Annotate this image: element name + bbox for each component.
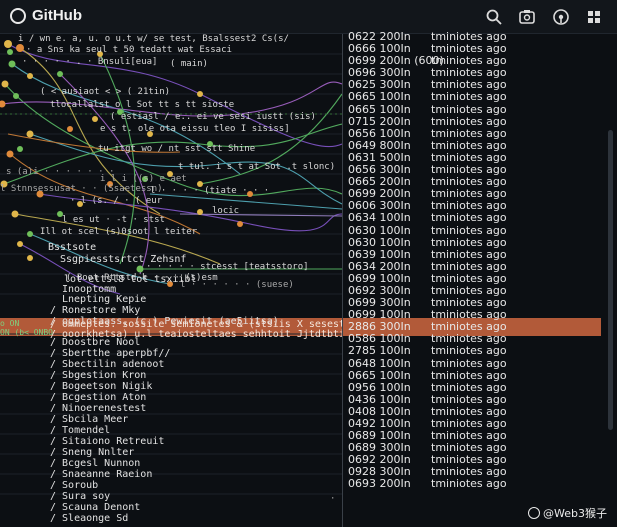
commit-message: / Soroub	[50, 480, 99, 491]
graph-label: · · · · · . · Bnsuli[eua]	[22, 57, 158, 67]
branch-label-main: ( main)	[170, 59, 208, 69]
graph-label: l Stnnsessusat · · (Ssaetessn)	[0, 184, 163, 194]
status-tag: o ON	[0, 319, 20, 328]
graph-label: · · · · · · · · ·	[330, 494, 342, 504]
commit-id-cell: 0956 100In	[348, 380, 411, 394]
app-header: GitHub	[0, 0, 617, 34]
graph-label: · a Sns ka seul t 50 tedatt wat Essaci	[26, 45, 232, 55]
time-cell: tminiotes ago	[431, 247, 507, 261]
brand[interactable]: GitHub	[10, 7, 82, 24]
time-cell: tminiotes ago	[431, 368, 507, 382]
commit-graph-panel[interactable]: i / wn e. a, u. o u.t w/ se test, Bsalss…	[0, 34, 342, 527]
graph-label: ( < ausiaot < > ( 21tin)	[40, 87, 171, 97]
app-title: GitHub	[32, 7, 82, 24]
watermark: @Web3猴子	[528, 505, 607, 521]
panel-divider[interactable]	[342, 34, 343, 527]
graph-label: ( estiasl / e.. ei ve sesi iustt (sis)	[110, 112, 316, 122]
time-cell: tminiotes ago	[431, 102, 507, 116]
graph-label: l es ut · -t · stst	[62, 215, 165, 225]
watermark-text: @Web3猴子	[543, 507, 607, 520]
graph-label: i / wn e. a, u. o u.t w/ se test, Bsalss…	[18, 34, 289, 44]
time-cell: tminiotes ago	[431, 223, 507, 237]
graph-label: Ill ot scel (s)0soot l teiter	[40, 227, 198, 237]
commit-message: / Sneng Nnlter	[50, 447, 135, 458]
commit-message: / Ninoerenestest	[50, 403, 147, 414]
commit-id-cell: 0665 100In	[348, 368, 411, 382]
commit-message: / Sbcila Meer	[50, 414, 129, 425]
commit-message: / Sbgestion Kron	[50, 370, 147, 381]
commit-message: / Bcgesl Nunnon	[50, 458, 141, 469]
commit-id-cell: 0715 200In	[348, 114, 411, 128]
commit-id-cell: 2785 100In	[348, 344, 411, 358]
time-cell: tminiotes ago	[431, 211, 507, 225]
commit-message: / Tomendel	[50, 425, 111, 436]
commit-message: / Sbertthe aperpbf//	[50, 348, 171, 359]
commit-id-cell: 0630 100In	[348, 235, 411, 249]
commit-id-cell: 0639 100In	[348, 247, 411, 261]
commit-message: / Bogeetson Nigik	[50, 381, 153, 392]
graph-label: t tul. i s t at Sot .t slonc)	[178, 162, 336, 172]
graph-label: tu itgt wo / nt sst stt Shine	[98, 144, 256, 154]
graph-label: l · · · · · · (suese)	[180, 280, 294, 290]
compass-icon[interactable]	[552, 8, 570, 26]
commit-id-cell: 0693 200In	[348, 477, 411, 491]
watermark-icon	[528, 507, 540, 519]
commit-id-cell: 0665 100In	[348, 102, 411, 116]
commit-message: Bsstsote	[48, 242, 97, 253]
graph-label: · l (s. / · ( eur	[70, 196, 163, 206]
commit-message: / Sleaonge Sd	[50, 513, 129, 524]
grid-icon[interactable]	[585, 8, 603, 26]
graph-label: tlocallalst o l Sot tt s tt sioste	[50, 100, 235, 110]
search-icon[interactable]	[485, 8, 503, 26]
commit-id-cell: 0648 100In	[348, 356, 411, 370]
commit-message: Lnepting Kepie	[62, 294, 147, 305]
status-tag: ON (b< ONBO	[0, 328, 53, 337]
commit-message: / Snaeanne Raeion	[50, 469, 153, 480]
time-cell: tminiotes ago	[431, 90, 507, 104]
commit-id-cell: 0634 100In	[348, 211, 411, 225]
time-column: tminiotes ago tminiotes ago tminiotes ago t…	[431, 30, 507, 491]
commit-message: / Bcgestion Aton	[50, 392, 147, 403]
commit-message: / Sitaiono Retreuit	[50, 436, 165, 447]
time-cell: tminiotes ago	[431, 380, 507, 394]
commit-id-cell: 0630 100In	[348, 223, 411, 237]
commit-message: / Sbectilin adenoot	[50, 359, 165, 370]
commit-message: Ssgpiesstsrtct Zehsnf	[60, 254, 187, 265]
commit-message: / Ronestore Mky	[50, 305, 141, 316]
graph-label: locic	[212, 206, 240, 216]
camera-icon[interactable]	[518, 8, 536, 26]
time-cell: tminiotes ago	[431, 235, 507, 249]
time-cell: tminiotes ago	[431, 344, 507, 358]
github-logo-icon	[10, 7, 26, 24]
commit-id-column: 0622 200In 0666 100In 0699 200In (600) 0696…	[348, 30, 444, 491]
graph-label: e s t. ole ota eissu tleo I sisiss]	[100, 124, 290, 134]
graph-label: l · · · · (tiate · · ·	[150, 186, 270, 196]
scrollbar[interactable]	[608, 130, 613, 430]
time-cell: tminiotes ago	[431, 477, 507, 491]
highlighted-commit-line: / ooorkhetsa) u.l teaiosteltaes sehhtoit…	[50, 329, 342, 340]
commit-id-cell: 0665 100In	[348, 90, 411, 104]
graph-label: s (a)i · · · · · · ·	[6, 167, 115, 177]
commit-message: / Scauna Denont	[50, 502, 141, 513]
commit-message: / Sura soy	[50, 491, 111, 502]
time-cell: tminiotes ago	[431, 114, 507, 128]
time-cell: tminiotes ago	[431, 356, 507, 370]
